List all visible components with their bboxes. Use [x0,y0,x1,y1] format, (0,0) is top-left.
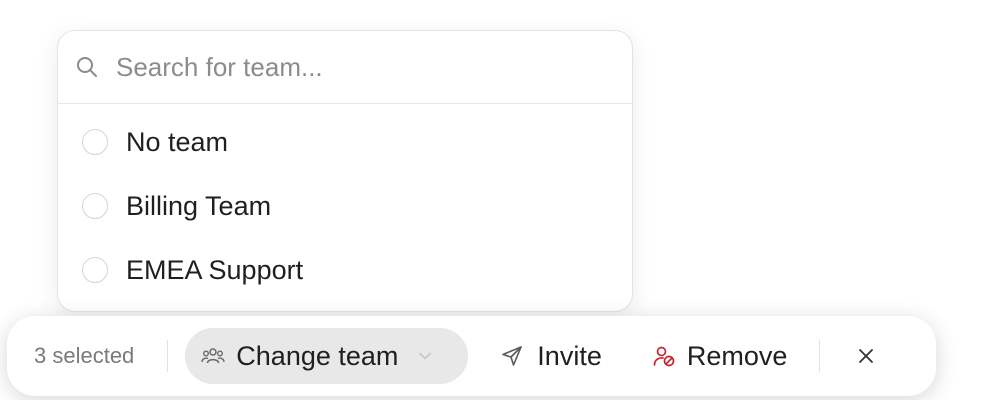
divider [819,340,821,372]
radio-button[interactable] [82,193,108,219]
remove-button[interactable]: Remove [653,340,788,372]
search-icon [76,56,98,78]
users-icon [201,346,225,366]
send-icon [501,345,523,367]
team-option-no-team[interactable]: No team [58,110,632,174]
team-options-list: No team Billing Team EMEA Support [58,104,632,302]
team-option-emea-support[interactable]: EMEA Support [58,238,632,302]
team-option-label: EMEA Support [126,254,304,285]
team-search-row [58,31,632,104]
radio-button[interactable] [82,129,108,155]
invite-button[interactable]: Invite [501,341,602,372]
close-button[interactable] [854,344,878,368]
team-option-billing-team[interactable]: Billing Team [58,174,632,238]
team-option-label: No team [126,126,229,157]
divider [167,340,169,372]
selected-count: 3 selected [34,343,135,368]
radio-button[interactable] [82,257,108,283]
change-team-button[interactable]: Change team [185,328,469,384]
team-search-input[interactable] [116,51,596,83]
team-option-label: Billing Team [126,190,272,221]
bulk-action-bar: 3 selected Change team Invite Remove [7,316,936,396]
close-icon [858,348,874,364]
remove-user-icon [653,345,675,367]
change-team-label: Change team [236,340,399,371]
invite-label: Invite [537,340,602,371]
page: No team Billing Team EMEA Support 3 sele… [0,0,1000,400]
chevron-down-icon [418,351,432,361]
team-picker-dropdown: No team Billing Team EMEA Support [57,30,633,312]
remove-label: Remove [686,340,788,371]
